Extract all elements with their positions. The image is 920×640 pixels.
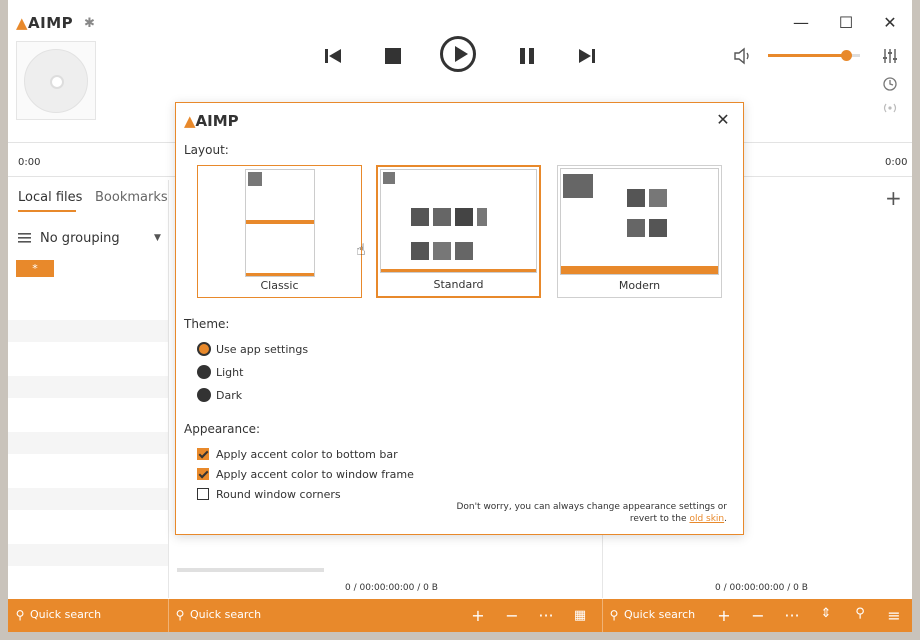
previous-track-button[interactable] xyxy=(319,42,347,70)
volume-slider[interactable] xyxy=(768,50,860,61)
active-tab-indicator xyxy=(18,210,76,212)
pause-button[interactable] xyxy=(513,42,541,70)
appearance-heading: Appearance: xyxy=(184,422,261,436)
more-icon[interactable]: ··· xyxy=(783,606,801,625)
minimize-button[interactable]: — xyxy=(790,12,812,34)
search-icon: ⚲ xyxy=(15,608,25,622)
playlist-status-right: 0 / 00:00:00:00 / 0 B xyxy=(715,583,808,593)
layout-heading: Layout: xyxy=(184,143,229,157)
quick-search-input-3[interactable]: Quick search xyxy=(624,608,695,621)
play-button[interactable] xyxy=(440,36,476,72)
album-cover-placeholder xyxy=(16,41,96,120)
layout-label-standard: Standard xyxy=(433,278,484,291)
clock-icon[interactable] xyxy=(882,76,898,92)
theme-radio-app-settings[interactable] xyxy=(197,342,211,356)
sort-icon[interactable]: ⇕ xyxy=(817,606,835,621)
chevron-down-icon[interactable]: ▼ xyxy=(154,233,161,243)
hamburger-icon[interactable] xyxy=(18,232,32,244)
disc-icon xyxy=(24,49,88,113)
appearance-dialog: ▲AIMP ✕ Layout: Classic Standard Modern … xyxy=(175,102,744,535)
classic-preview-image xyxy=(245,169,315,277)
list-row xyxy=(8,376,168,398)
playlist-progress-bar xyxy=(177,568,324,572)
hand-cursor-icon: ☝ xyxy=(356,240,366,259)
theme-label-app-settings: Use app settings xyxy=(216,343,309,356)
elapsed-time: 0:00 xyxy=(18,157,41,168)
label-accent-bottom-bar: Apply accent color to bottom bar xyxy=(216,448,398,461)
list-row xyxy=(8,432,168,454)
dialog-logo: ▲AIMP xyxy=(184,112,239,130)
settings-gear-icon[interactable]: ✱ xyxy=(84,16,95,31)
list-row xyxy=(8,544,168,566)
next-track-button[interactable] xyxy=(573,42,601,70)
theme-radio-light[interactable] xyxy=(197,365,211,379)
layout-option-modern[interactable]: Modern xyxy=(557,165,722,298)
checkbox-accent-bottom-bar[interactable] xyxy=(197,448,209,460)
search-icon: ⚲ xyxy=(609,608,619,622)
quick-search-input-1[interactable]: Quick search xyxy=(30,608,101,621)
remove-icon[interactable]: − xyxy=(749,606,767,625)
menu-icon[interactable]: ≡ xyxy=(885,606,903,625)
grid-view-icon[interactable]: ▦ xyxy=(571,608,589,623)
grouping-selector[interactable]: No grouping xyxy=(40,231,120,246)
checkbox-round-corners[interactable] xyxy=(197,488,209,500)
quick-search-input-2[interactable]: Quick search xyxy=(190,608,261,621)
add-icon[interactable]: + xyxy=(469,606,487,625)
layout-label-classic: Classic xyxy=(260,279,299,292)
dialog-close-button[interactable]: ✕ xyxy=(713,110,733,129)
filter-badge[interactable]: * xyxy=(16,260,54,277)
play-icon xyxy=(455,46,468,62)
tab-bookmarks[interactable]: Bookmarks xyxy=(95,190,168,205)
stop-button[interactable] xyxy=(379,42,407,70)
revert-note-text: Don't worry, you can always change appea… xyxy=(456,502,727,524)
list-row xyxy=(8,488,168,510)
bottom-bar: ⚲ Quick search ⚲ Quick search + − ··· ▦ … xyxy=(8,599,912,632)
label-round-corners: Round window corners xyxy=(216,488,341,501)
layout-option-standard[interactable]: Standard xyxy=(376,165,541,298)
checkbox-accent-window-frame[interactable] xyxy=(197,468,209,480)
more-icon[interactable]: ··· xyxy=(537,606,555,625)
search-icon: ⚲ xyxy=(175,608,185,622)
theme-radio-dark[interactable] xyxy=(197,388,211,402)
equalizer-icon[interactable] xyxy=(881,47,899,65)
total-time: 0:00 xyxy=(885,157,908,168)
label-accent-window-frame: Apply accent color to window frame xyxy=(216,468,414,481)
maximize-button[interactable]: ☐ xyxy=(835,12,857,34)
remove-icon[interactable]: − xyxy=(503,606,521,625)
modern-preview-image xyxy=(560,168,719,275)
list-row xyxy=(8,320,168,342)
tab-local-files[interactable]: Local files xyxy=(18,190,82,205)
playlist-status-middle: 0 / 00:00:00:00 / 0 B xyxy=(345,583,438,593)
close-window-button[interactable]: ✕ xyxy=(879,12,901,34)
layout-label-modern: Modern xyxy=(618,279,661,292)
radio-broadcast-icon[interactable] xyxy=(881,100,899,116)
layout-option-classic[interactable]: Classic xyxy=(197,165,362,298)
add-playlist-icon[interactable]: + xyxy=(885,186,902,210)
theme-label-dark: Dark xyxy=(216,389,243,402)
old-skin-link[interactable]: old skin xyxy=(689,514,724,524)
search-icon[interactable]: ⚲ xyxy=(851,606,869,621)
volume-knob[interactable] xyxy=(841,50,853,61)
revert-note: Don't worry, you can always change appea… xyxy=(456,502,727,524)
add-icon[interactable]: + xyxy=(715,606,733,625)
standard-preview-image xyxy=(380,169,537,273)
volume-icon[interactable] xyxy=(733,46,753,66)
theme-label-light: Light xyxy=(216,366,244,379)
panel-divider xyxy=(168,180,169,598)
app-logo: ▲AIMP xyxy=(16,14,74,32)
theme-heading: Theme: xyxy=(184,317,230,331)
